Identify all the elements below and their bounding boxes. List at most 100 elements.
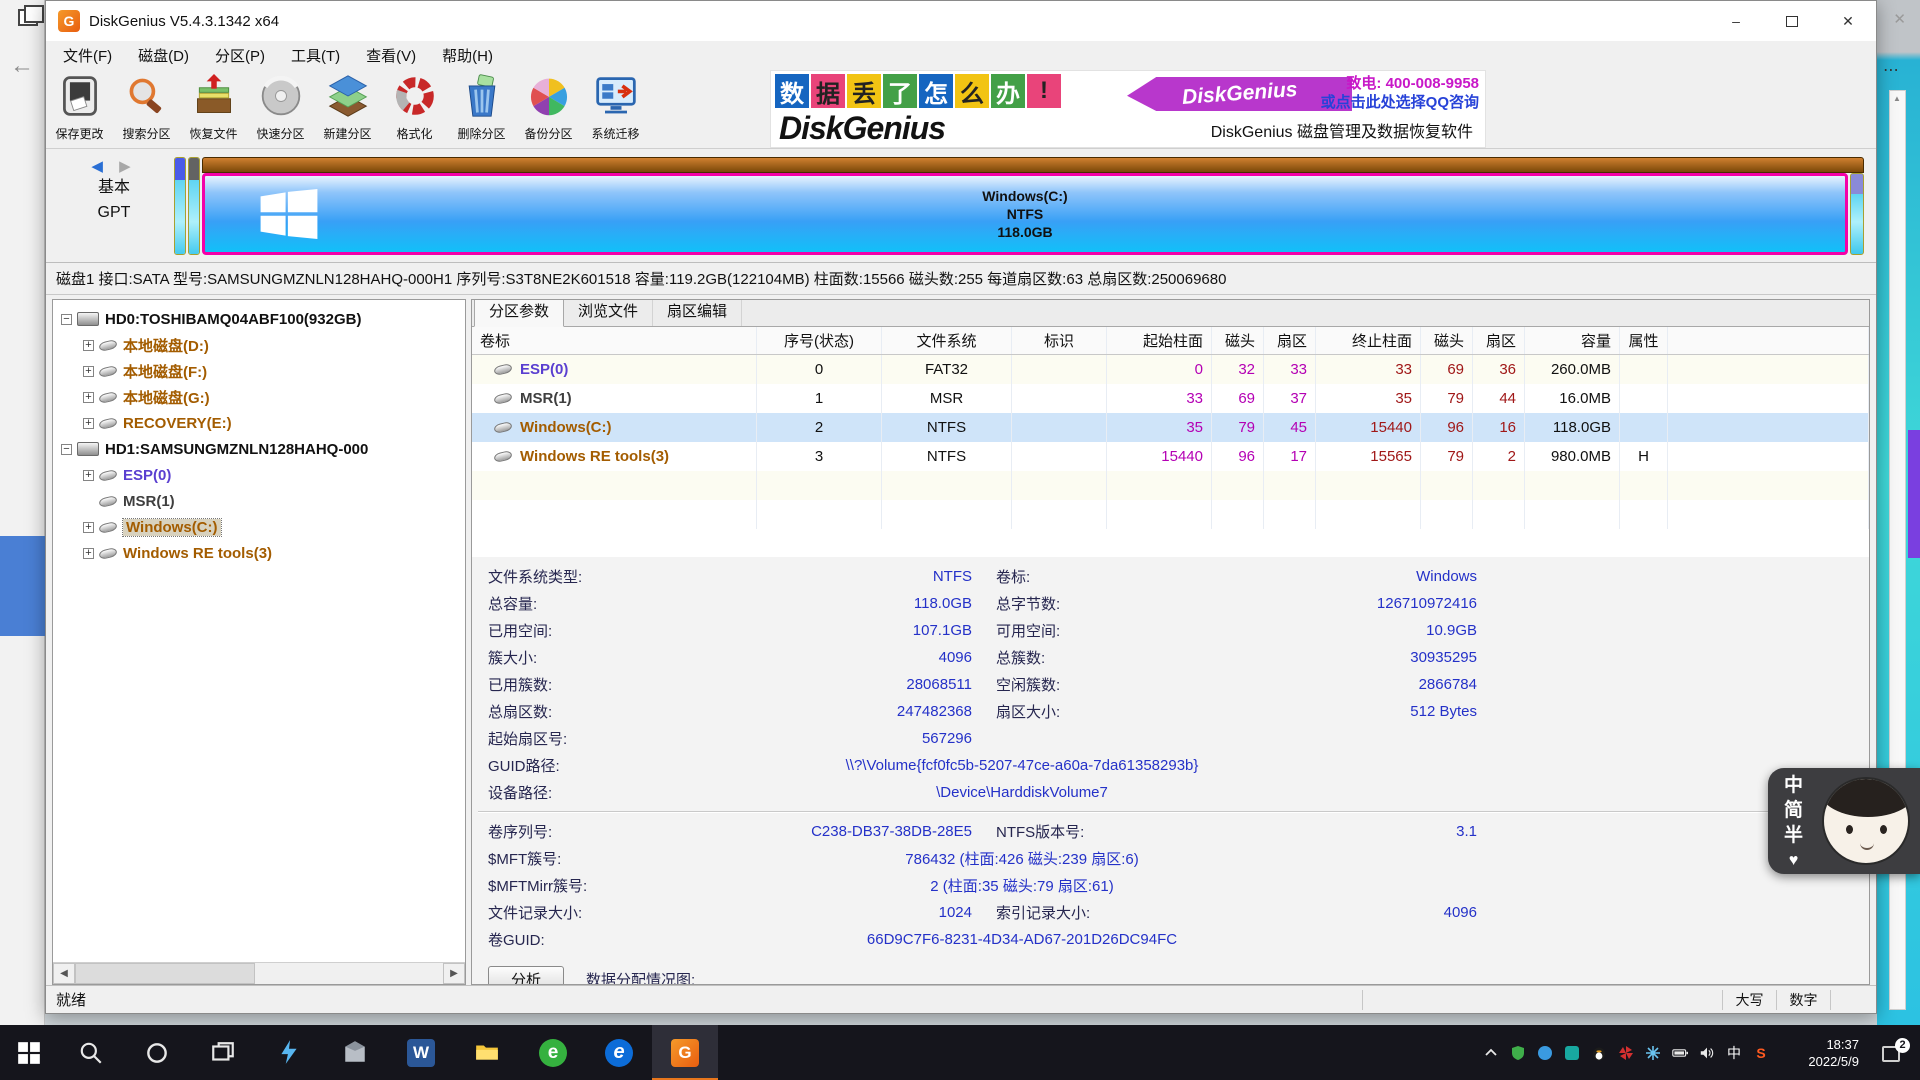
toolbar-button-quick-partition[interactable]: 快速分区: [247, 69, 314, 147]
ime-assistant-widget[interactable]: 中简半♥: [1768, 768, 1920, 874]
prev-disk-arrow-icon[interactable]: ◀: [91, 158, 109, 175]
toolbar-button-recover-files[interactable]: 恢复文件: [180, 69, 247, 147]
column-header-8[interactable]: 磁头: [1421, 327, 1473, 354]
taskbar-clock[interactable]: 18:37 2022/5/9: [1785, 1036, 1859, 1070]
tree-item-recovery-e-[interactable]: +RECOVERY(E:): [53, 410, 465, 436]
menu-item-2[interactable]: 分区(P): [202, 42, 278, 69]
table-row-esp-0-[interactable]: ESP(0)0FAT3203233336936260.0MB: [472, 355, 1869, 384]
expand-toggle-icon[interactable]: −: [61, 314, 72, 325]
taskbar-app-explorer[interactable]: [454, 1025, 520, 1080]
scroll-left-button[interactable]: ◀: [53, 963, 75, 984]
blue-dot-icon[interactable]: [1536, 1044, 1554, 1062]
title-bar: G DiskGenius V5.4.3.1342 x64 – ✕: [46, 1, 1876, 41]
scroll-right-button[interactable]: ▶: [443, 963, 465, 984]
column-header-1[interactable]: 序号(状态): [757, 327, 882, 354]
qq-penguin-icon[interactable]: [1590, 1044, 1608, 1062]
next-disk-arrow-icon[interactable]: ▶: [119, 158, 137, 175]
column-header-7[interactable]: 终止柱面: [1316, 327, 1421, 354]
banner-contact[interactable]: 致电: 400-008-9958 或点击此处选择QQ咨询: [1321, 74, 1479, 112]
partition-bar-esp[interactable]: [174, 157, 186, 255]
toolbar-button-search-partition[interactable]: 搜索分区: [113, 69, 180, 147]
tree-item-windows-re-tools-3-[interactable]: +Windows RE tools(3): [53, 540, 465, 566]
ime-chinese-icon[interactable]: 中: [1725, 1044, 1743, 1062]
taskbar-app-word[interactable]: W: [388, 1025, 454, 1080]
battery-icon[interactable]: [1671, 1044, 1689, 1062]
minimize-button[interactable]: –: [1708, 1, 1764, 41]
tree-item--g-[interactable]: +本地磁盘(G:): [53, 384, 465, 410]
taskbar-app-lightning[interactable]: [256, 1025, 322, 1080]
tree-item-msr-1-[interactable]: MSR(1): [53, 488, 465, 514]
menu-item-0[interactable]: 文件(F): [50, 42, 125, 69]
toolbar-button-format[interactable]: 格式化: [381, 69, 448, 147]
column-header-11[interactable]: 属性: [1620, 327, 1668, 354]
toolbar-button-system-migrate[interactable]: 系统迁移: [582, 69, 649, 147]
expand-toggle-icon[interactable]: +: [83, 366, 94, 377]
column-header-3[interactable]: 标识: [1012, 327, 1107, 354]
expand-toggle-icon[interactable]: +: [83, 340, 94, 351]
maximize-button[interactable]: [1764, 1, 1820, 41]
start-button[interactable]: [0, 1025, 58, 1080]
ad-banner[interactable]: DiskGenius 数据丢了怎么办! DiskGenius 致电: 400-0…: [770, 70, 1486, 148]
column-header-9[interactable]: 扇区: [1473, 327, 1525, 354]
toolbar-button-new-partition[interactable]: 新建分区: [314, 69, 381, 147]
column-header-4[interactable]: 起始柱面: [1107, 327, 1212, 354]
expand-toggle-icon[interactable]: +: [83, 548, 94, 559]
tree-item--f-[interactable]: +本地磁盘(F:): [53, 358, 465, 384]
volume-icon[interactable]: [1698, 1044, 1716, 1062]
close-button[interactable]: ✕: [1820, 1, 1876, 41]
column-header-0[interactable]: 卷标: [472, 327, 757, 354]
teal-app-icon[interactable]: [1563, 1044, 1581, 1062]
green-browser-app-icon: e: [539, 1039, 567, 1067]
action-center-icon[interactable]: 2: [1882, 1042, 1908, 1064]
pinwheel-icon[interactable]: [1617, 1044, 1635, 1062]
tree-item-windows-c-[interactable]: +Windows(C:): [53, 514, 465, 540]
tab-2[interactable]: 扇区编辑: [653, 299, 742, 326]
sogou-icon[interactable]: S: [1752, 1044, 1770, 1062]
tree-item-esp-0-[interactable]: +ESP(0): [53, 462, 465, 488]
task-view-button[interactable]: [190, 1025, 256, 1080]
taskbar-app-box[interactable]: [322, 1025, 388, 1080]
toolbar-button-backup-partition[interactable]: 备份分区: [515, 69, 582, 147]
cortana-button[interactable]: [124, 1025, 190, 1080]
table-row-windows-c-[interactable]: Windows(C:)2NTFS357945154409616118.0GB: [472, 413, 1869, 442]
tree-item--d-[interactable]: + 本地磁盘(D:): [53, 332, 465, 358]
partition-bar-msr[interactable]: [188, 157, 200, 255]
menu-item-1[interactable]: 磁盘(D): [125, 42, 202, 69]
partition-bar-windows-c[interactable]: Windows(C:) NTFS 118.0GB: [202, 173, 1848, 255]
tree-item-hd1-samsungmznln128hahq-000[interactable]: −HD1:SAMSUNGMZNLN128HAHQ-000: [53, 436, 465, 462]
column-header-10[interactable]: 容量: [1525, 327, 1620, 354]
expand-toggle-icon[interactable]: +: [83, 392, 94, 403]
tree-item-hd0-toshibamq04abf100-932gb-[interactable]: −HD0:TOSHIBAMQ04ABF100(932GB): [53, 306, 465, 332]
column-header-2[interactable]: 文件系统: [882, 327, 1012, 354]
menu-item-5[interactable]: 帮助(H): [429, 42, 506, 69]
menu-item-4[interactable]: 查看(V): [353, 42, 429, 69]
menu-item-3[interactable]: 工具(T): [278, 42, 353, 69]
expand-toggle-icon[interactable]: −: [61, 444, 72, 455]
column-header-6[interactable]: 扇区: [1264, 327, 1316, 354]
table-row-windows-re-tools-3-[interactable]: Windows RE tools(3)3NTFS1544096171556579…: [472, 442, 1869, 471]
taskbar-app-diskgenius[interactable]: G: [652, 1025, 718, 1080]
analyze-button[interactable]: 分析: [488, 966, 564, 985]
tab-1[interactable]: 浏览文件: [564, 299, 653, 326]
shield-icon[interactable]: [1509, 1044, 1527, 1062]
banner-phone-number: 致电: 400-008-9958: [1321, 74, 1479, 93]
expand-toggle-icon[interactable]: +: [83, 418, 94, 429]
tree-item-label: 本地磁盘(D:): [123, 335, 209, 356]
tree-horizontal-scrollbar[interactable]: ◀ ▶: [53, 962, 465, 984]
search-button[interactable]: [58, 1025, 124, 1080]
scrollbar-thumb[interactable]: [75, 963, 255, 984]
snowflake-icon[interactable]: [1644, 1044, 1662, 1062]
table-row-msr-1-[interactable]: MSR(1)1MSR33693735794416.0MB: [472, 384, 1869, 413]
chevron-up-icon[interactable]: [1482, 1044, 1500, 1062]
taskbar-app-edge[interactable]: e: [586, 1025, 652, 1080]
column-header-5[interactable]: 磁头: [1212, 327, 1264, 354]
toolbar-button-save[interactable]: 保存更改: [46, 69, 113, 147]
table-cell: 96: [1421, 413, 1473, 442]
partition-bar-re-tools[interactable]: [1850, 173, 1864, 255]
banner-qq-link[interactable]: 或点击此处选择QQ咨询: [1321, 93, 1479, 112]
tab-0[interactable]: 分区参数: [474, 299, 564, 327]
expand-toggle-icon[interactable]: +: [83, 470, 94, 481]
expand-toggle-icon[interactable]: +: [83, 522, 94, 533]
toolbar-button-delete-partition[interactable]: 删除分区: [448, 69, 515, 147]
taskbar-app-green-browser[interactable]: e: [520, 1025, 586, 1080]
